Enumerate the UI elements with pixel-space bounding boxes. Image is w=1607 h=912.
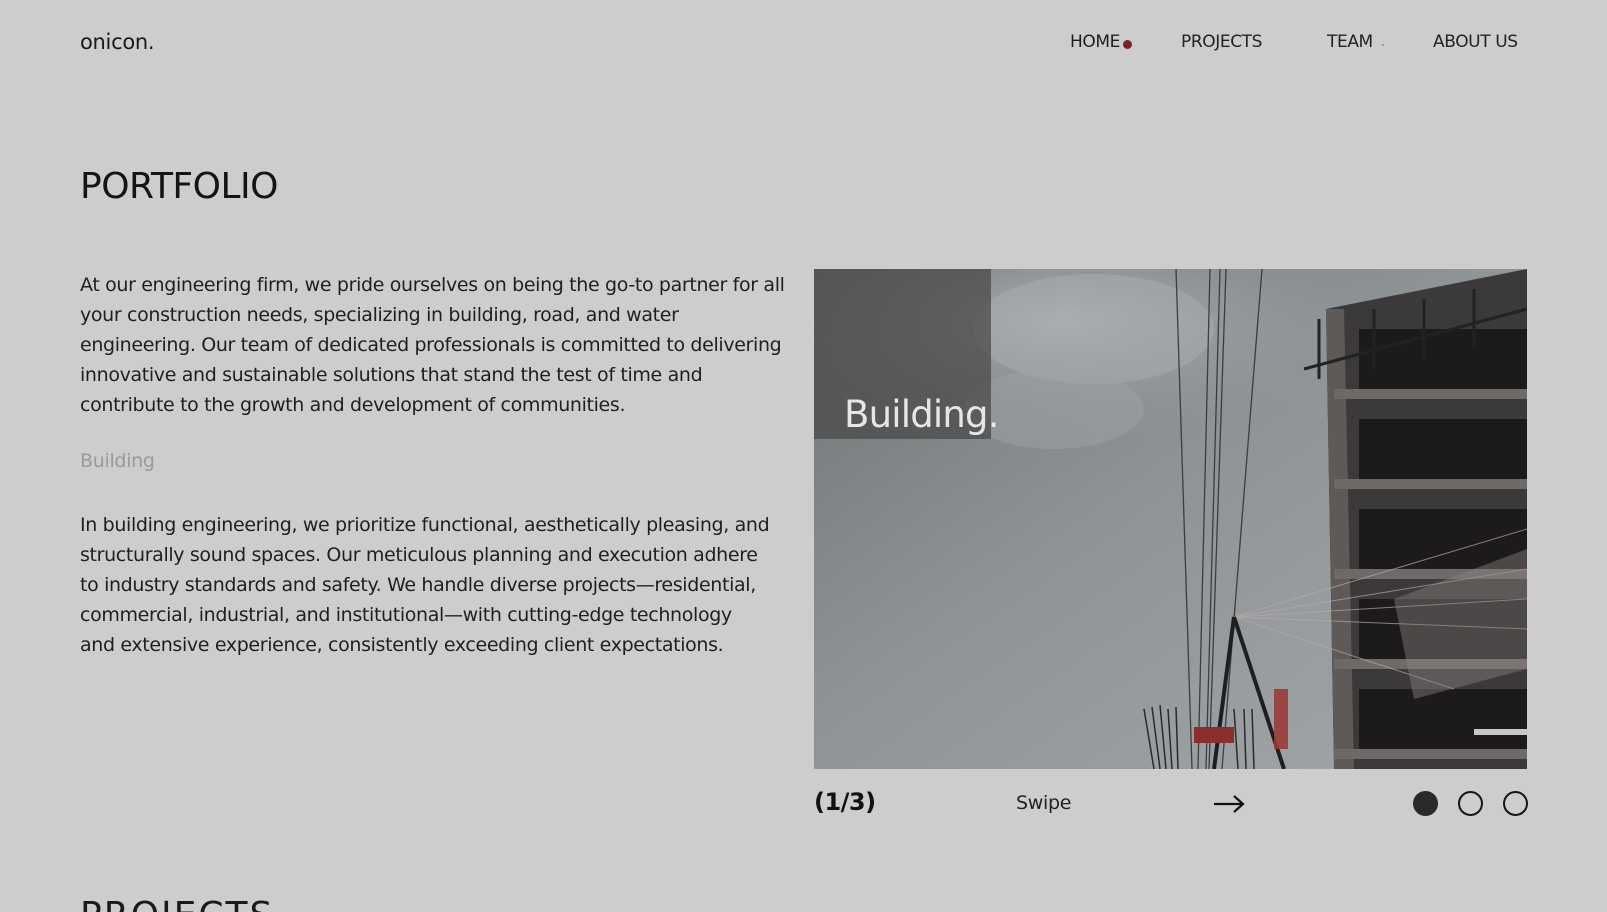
page-title: PORTFOLIO — [80, 166, 278, 207]
slide-caption-box: Building. — [814, 269, 999, 439]
slide-counter: (1/3) — [814, 788, 876, 816]
intro-paragraph: At our engineering firm, we pride oursel… — [80, 274, 785, 416]
next-section-title: PROJECTS — [80, 898, 274, 912]
nav-projects[interactable]: PROJECTS — [1181, 32, 1262, 52]
nav-team[interactable]: TEAM — [1327, 32, 1373, 52]
category-label: Building — [80, 450, 155, 472]
active-indicator-dot — [1123, 40, 1132, 49]
nav-about-us[interactable]: ABOUT US — [1433, 32, 1518, 52]
nav-home[interactable]: HOME — [1070, 32, 1120, 52]
slide-caption: Building. — [844, 393, 999, 436]
nav-separator-dot — [1382, 44, 1384, 46]
slide-dot-3[interactable] — [1503, 791, 1528, 816]
slider-controls: (1/3) Swipe — [814, 786, 1528, 822]
arrow-right-icon[interactable] — [1212, 790, 1246, 818]
category-description: In building engineering, we prioritize f… — [80, 514, 770, 656]
slide-dot-1[interactable] — [1413, 791, 1438, 816]
top-edge — [0, 0, 1607, 4]
swipe-label: Swipe — [1016, 792, 1072, 814]
main-nav: HOME PROJECTS TEAM ABOUT US — [0, 32, 1607, 56]
slide-dot-2[interactable] — [1458, 791, 1483, 816]
slide-image[interactable]: Building. — [814, 269, 1527, 769]
